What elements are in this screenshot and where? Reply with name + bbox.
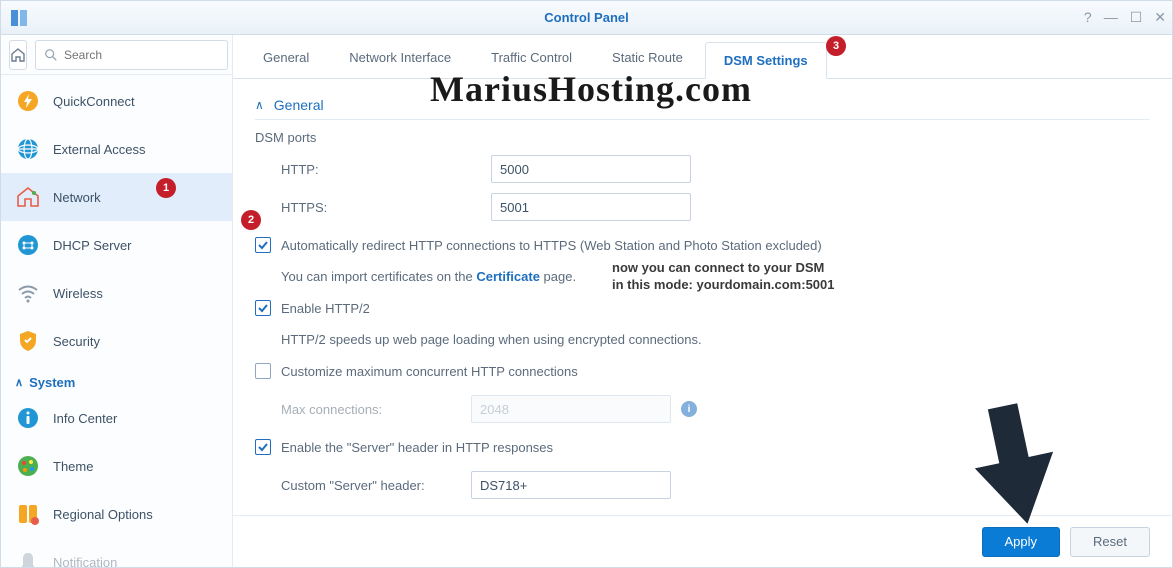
http-label: HTTP:: [281, 162, 491, 177]
sidebar-item-security[interactable]: Security: [1, 317, 232, 365]
apply-button[interactable]: Apply: [982, 527, 1061, 557]
sidebar-item-label: Info Center: [53, 411, 117, 426]
titlebar: Control Panel ? — ☐ ✕: [1, 1, 1172, 35]
annotation-badge-1: 1: [156, 178, 176, 198]
certificate-link[interactable]: Certificate: [476, 269, 540, 284]
shield-icon: [15, 328, 41, 354]
custom-conn-checkbox[interactable]: [255, 363, 271, 379]
info-icon[interactable]: i: [681, 401, 697, 417]
content-area: ∧ General DSM ports HTTP: HTTPS: Auto: [233, 79, 1172, 515]
sidebar-item-info-center[interactable]: Info Center: [1, 394, 232, 442]
custom-conn-label: Customize maximum concurrent HTTP connec…: [281, 364, 578, 379]
sidebar-item-external-access[interactable]: External Access: [1, 125, 232, 173]
server-header-label: Enable the "Server" header in HTTP respo…: [281, 440, 553, 455]
custom-server-label: Custom "Server" header:: [281, 478, 471, 493]
sidebar-item-label: Regional Options: [53, 507, 153, 522]
sidebar-item-label: QuickConnect: [53, 94, 135, 109]
search-input-wrap[interactable]: [35, 40, 228, 70]
regional-icon: [15, 501, 41, 527]
section-general-header[interactable]: ∧ General: [255, 91, 1150, 120]
https-port-input[interactable]: [491, 193, 691, 221]
http2-checkbox[interactable]: [255, 300, 271, 316]
dhcp-icon: [15, 232, 41, 258]
close-icon[interactable]: ✕: [1154, 9, 1166, 26]
sidebar-item-label: Wireless: [53, 286, 103, 301]
tab-static-route[interactable]: Static Route: [594, 40, 701, 78]
auto-redirect-checkbox[interactable]: [255, 237, 271, 253]
sidebar-category-system[interactable]: ∧ System: [1, 365, 232, 394]
maximize-icon[interactable]: ☐: [1130, 9, 1143, 26]
sidebar-item-notification[interactable]: Notification: [1, 538, 232, 567]
http-port-input[interactable]: [491, 155, 691, 183]
sidebar-item-label: External Access: [53, 142, 146, 157]
sidebar-item-theme[interactable]: Theme: [1, 442, 232, 490]
max-conn-label: Max connections:: [281, 402, 471, 417]
auto-redirect-label: Automatically redirect HTTP connections …: [281, 238, 822, 253]
sidebar-item-label: Theme: [53, 459, 93, 474]
search-input[interactable]: [64, 48, 219, 62]
search-icon: [44, 48, 58, 62]
sidebar-item-label: DHCP Server: [53, 238, 132, 253]
network-icon: [15, 184, 41, 210]
chevron-up-icon: ∧: [255, 98, 264, 112]
tab-general[interactable]: General: [245, 40, 327, 78]
sidebar-item-dhcp[interactable]: DHCP Server: [1, 221, 232, 269]
sidebar-category-label: System: [29, 375, 75, 390]
footer: Apply Reset: [233, 515, 1172, 567]
max-conn-input: [471, 395, 671, 423]
minimize-icon[interactable]: —: [1104, 9, 1118, 26]
section-title: General: [274, 97, 324, 113]
sidebar-item-label: Security: [53, 334, 100, 349]
info-icon: [15, 405, 41, 431]
chevron-up-icon: ∧: [15, 376, 23, 389]
annotation-badge-2: 2: [241, 210, 261, 230]
sidebar: QuickConnect External Access Network DHC…: [1, 35, 233, 567]
theme-icon: [15, 453, 41, 479]
http2-label: Enable HTTP/2: [281, 301, 370, 316]
quickconnect-icon: [15, 88, 41, 114]
certificate-note: You can import certificates on the Certi…: [255, 269, 1150, 284]
bell-icon: [15, 549, 41, 567]
home-button[interactable]: [9, 40, 27, 70]
globe-icon: [15, 136, 41, 162]
server-header-checkbox[interactable]: [255, 439, 271, 455]
tab-dsm-settings[interactable]: DSM Settings: [705, 42, 827, 79]
sidebar-item-quickconnect[interactable]: QuickConnect: [1, 77, 232, 125]
custom-server-input[interactable]: [471, 471, 671, 499]
window-title: Control Panel: [1, 10, 1172, 25]
help-icon[interactable]: ?: [1084, 9, 1092, 26]
tab-traffic-control[interactable]: Traffic Control: [473, 40, 590, 78]
tabs: General Network Interface Traffic Contro…: [233, 35, 1172, 79]
sidebar-item-wireless[interactable]: Wireless: [1, 269, 232, 317]
dsm-ports-label: DSM ports: [255, 130, 1150, 145]
sidebar-item-label: Network: [53, 190, 101, 205]
sidebar-item-network[interactable]: Network: [1, 173, 232, 221]
annotation-badge-3: 3: [826, 36, 846, 56]
https-label: HTTPS:: [281, 200, 491, 215]
tab-network-interface[interactable]: Network Interface: [331, 40, 469, 78]
reset-button[interactable]: Reset: [1070, 527, 1150, 557]
wifi-icon: [15, 280, 41, 306]
sidebar-item-regional[interactable]: Regional Options: [1, 490, 232, 538]
sidebar-item-label: Notification: [53, 555, 117, 568]
http2-note: HTTP/2 speeds up web page loading when u…: [255, 332, 1150, 347]
